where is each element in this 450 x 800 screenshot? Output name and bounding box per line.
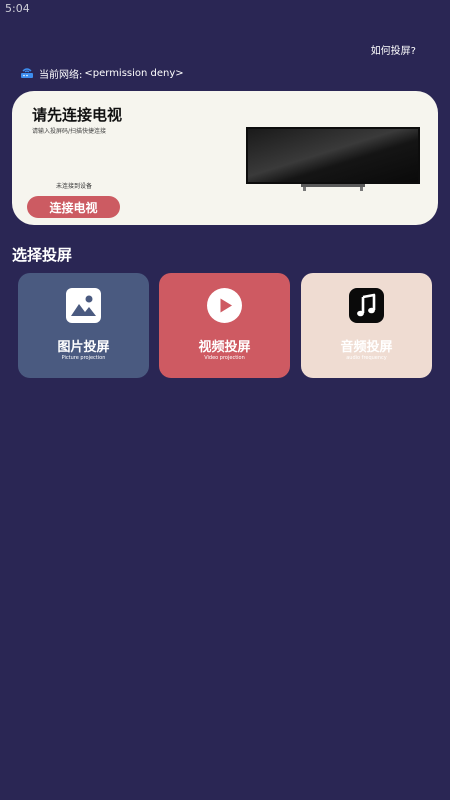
image-icon (66, 288, 101, 323)
network-label: 当前网络: (39, 69, 83, 81)
status-time: 5:04 (5, 2, 30, 15)
mode-label: 视频投屏 (198, 340, 251, 355)
connection-status: 未连接到设备 (56, 183, 93, 190)
mode-sublabel: audio frequency (346, 355, 387, 361)
music-icon (349, 288, 384, 323)
mode-label: 音频投屏 (340, 340, 393, 355)
mode-label: 图片投屏 (57, 340, 110, 355)
card-subtitle: 请输入投屏码/扫描快捷连接 (32, 128, 107, 135)
mode-sublabel: Picture projection (61, 355, 106, 361)
picture-projection-card[interactable]: 图片投屏 Picture projection (18, 273, 149, 378)
card-title: 请先连接电视 (32, 106, 123, 124)
status-bar: 5:04 (0, 0, 450, 18)
mode-sublabel: Video projection (204, 355, 245, 361)
tv-image (246, 127, 420, 191)
router-icon (21, 68, 33, 78)
play-icon (207, 288, 242, 323)
section-title: 选择投屏 (12, 246, 73, 264)
network-row: 当前网络: <permission deny> (20, 66, 184, 81)
network-value: <permission deny> (84, 67, 184, 79)
connect-card: 请先连接电视 请输入投屏码/扫描快捷连接 未连接到设备 连接电视 (12, 91, 438, 225)
connect-tv-button[interactable]: 连接电视 (27, 196, 120, 218)
help-link[interactable]: 如何投屏? (371, 42, 416, 57)
video-projection-card[interactable]: 视频投屏 Video projection (159, 273, 290, 378)
audio-projection-card[interactable]: 音频投屏 audio frequency (301, 273, 432, 378)
